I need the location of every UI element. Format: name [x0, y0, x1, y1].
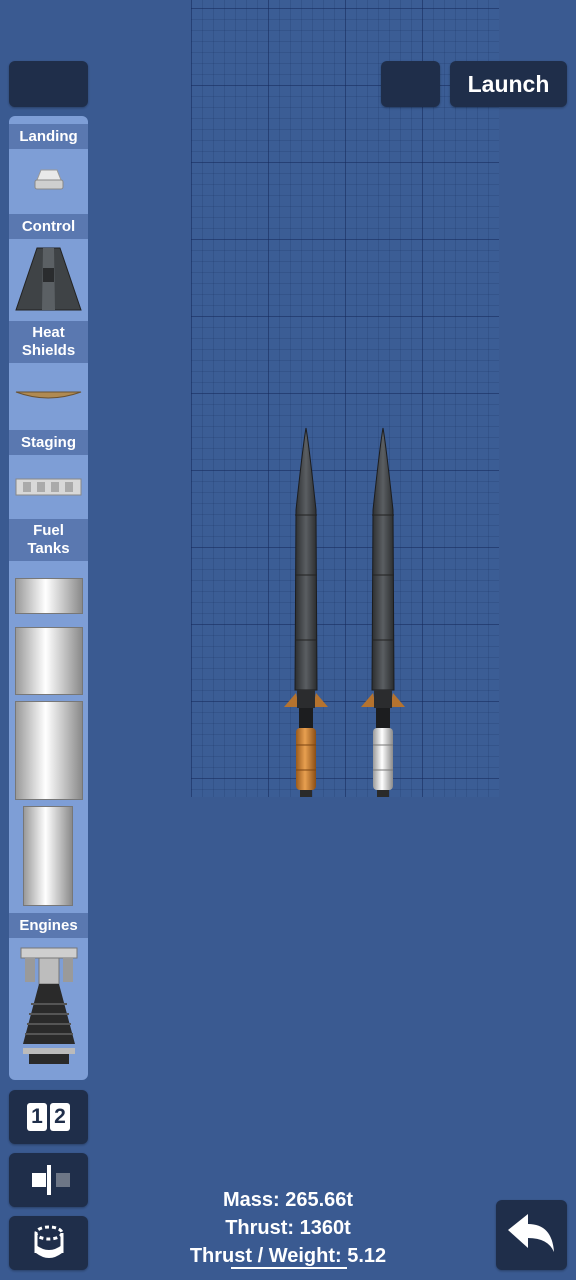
rotate-part-icon	[34, 1225, 63, 1258]
twr-underline	[231, 1267, 347, 1269]
rocket-right	[361, 427, 405, 797]
launch-button[interactable]: Launch	[450, 61, 567, 107]
category-landing[interactable]: Landing	[9, 124, 88, 149]
rotate-part-button[interactable]	[9, 1216, 88, 1270]
rocket-assembly[interactable]	[270, 425, 420, 800]
category-control[interactable]: Control	[9, 214, 88, 239]
category-fuel-tanks[interactable]: Fuel Tanks	[9, 519, 88, 561]
launch-label: Launch	[467, 70, 550, 97]
part-fuel-tank-medium[interactable]	[15, 627, 83, 695]
part-fuel-tank-large[interactable]	[15, 701, 83, 800]
part-decoupler[interactable]	[15, 478, 82, 501]
part-landing-leg[interactable]	[31, 168, 67, 197]
part-rocket-engine[interactable]	[17, 944, 81, 1080]
parts-palette[interactable]: Landing Control Heat Shields Staging Fue…	[9, 116, 88, 1080]
symmetry-icon	[31, 1165, 70, 1195]
rocket-left	[284, 427, 328, 797]
main-menu-button[interactable]	[9, 61, 88, 107]
thrust-weight-stat: Thrust / Weight: 5.12	[189, 1245, 387, 1267]
thrust-stat: Thrust: 1360t	[225, 1217, 351, 1239]
build-menu-button[interactable]	[381, 61, 440, 107]
part-fuel-tank-tall[interactable]	[23, 806, 73, 906]
part-fuel-tank-small[interactable]	[15, 578, 83, 614]
undo-icon	[507, 1214, 554, 1252]
mass-stat: Mass: 265.66t	[222, 1189, 354, 1211]
stage-digit-1: 1	[27, 1103, 47, 1131]
stage-digit-2: 2	[50, 1103, 70, 1131]
rocket-stats: Mass: 265.66t Thrust: 1360t Thrust / Wei…	[170, 1186, 406, 1270]
category-engines[interactable]: Engines	[9, 913, 88, 938]
staging-button[interactable]: 1 2	[9, 1090, 88, 1144]
part-command-capsule[interactable]	[15, 246, 82, 317]
category-heat-shields[interactable]: Heat Shields	[9, 321, 88, 363]
undo-button[interactable]	[496, 1200, 567, 1270]
part-heat-shield[interactable]	[15, 389, 82, 407]
category-staging[interactable]: Staging	[9, 430, 88, 455]
symmetry-button[interactable]	[9, 1153, 88, 1207]
